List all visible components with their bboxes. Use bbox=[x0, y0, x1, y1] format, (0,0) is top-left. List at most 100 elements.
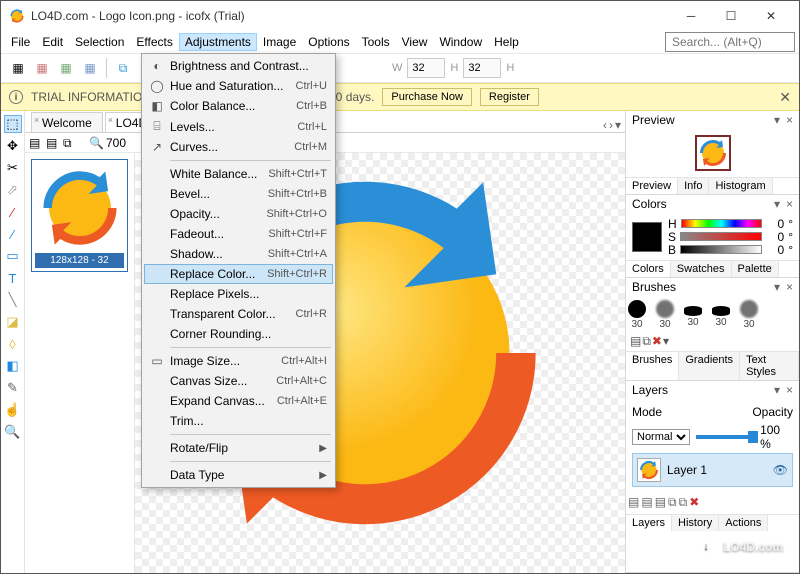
menu-tools[interactable]: Tools bbox=[356, 33, 396, 51]
textstyles-tab[interactable]: Text Styles bbox=[740, 352, 799, 380]
preview-tab[interactable]: Preview bbox=[626, 178, 678, 194]
thumbnail-item[interactable]: 128x128 - 32 bbox=[31, 159, 128, 272]
visibility-icon[interactable]: 👁 bbox=[773, 463, 788, 477]
brushes-tab[interactable]: Brushes bbox=[626, 352, 679, 380]
rect-tool-icon[interactable]: ▭ bbox=[4, 247, 22, 265]
menu-file[interactable]: File bbox=[5, 33, 36, 51]
menuitem-fadeout[interactable]: Fadeout...Shift+Ctrl+F bbox=[144, 224, 333, 244]
zoom-icon[interactable]: 🔍 bbox=[89, 136, 103, 150]
menuitem-opacity[interactable]: Opacity...Shift+Ctrl+O bbox=[144, 204, 333, 224]
purchase-button[interactable]: Purchase Now bbox=[382, 88, 472, 106]
banner-close-icon[interactable]: ✕ bbox=[779, 89, 791, 106]
menuitem-transparent-color[interactable]: Transparent Color...Ctrl+R bbox=[144, 304, 333, 324]
menuitem-replace-pixels[interactable]: Replace Pixels... bbox=[144, 284, 333, 304]
new-icon[interactable]: ▦ bbox=[7, 57, 29, 79]
hue-slider[interactable] bbox=[681, 219, 763, 228]
panel-close-icon[interactable]: × bbox=[786, 383, 793, 397]
tab-menu-icon[interactable]: ▾ bbox=[615, 118, 621, 132]
layers-tab[interactable]: Layers bbox=[626, 515, 672, 531]
panel-close-icon[interactable]: × bbox=[786, 280, 793, 294]
menuitem-color-balance[interactable]: ◧Color Balance...Ctrl+B bbox=[144, 96, 333, 116]
move-tool-icon[interactable]: ✥ bbox=[4, 137, 22, 155]
bri-slider[interactable] bbox=[680, 245, 762, 254]
blend-mode-select[interactable]: Normal bbox=[632, 429, 690, 445]
hand-tool-icon[interactable]: ☝ bbox=[4, 401, 22, 419]
menu-adjustments[interactable]: Adjustments bbox=[179, 33, 257, 51]
crop-tool-icon[interactable]: ✂ bbox=[4, 159, 22, 177]
pointer-tool-icon[interactable]: ⬀ bbox=[4, 181, 22, 199]
gradient-tool-icon[interactable]: ◧ bbox=[4, 357, 22, 375]
sat-slider[interactable] bbox=[680, 232, 762, 241]
register-button[interactable]: Register bbox=[480, 88, 539, 106]
menuitem-hue-and-saturation[interactable]: ◯Hue and Saturation...Ctrl+U bbox=[144, 76, 333, 96]
layer-new-icon[interactable]: ▤ bbox=[628, 495, 639, 510]
menuitem-image-size[interactable]: ▭Image Size...Ctrl+Alt+I bbox=[144, 351, 333, 371]
menu-image[interactable]: Image bbox=[257, 33, 302, 51]
menu-edit[interactable]: Edit bbox=[36, 33, 69, 51]
brush-preset[interactable]: 30 bbox=[626, 300, 648, 330]
pencil-tool-icon[interactable]: ∕ bbox=[4, 225, 22, 243]
foreground-color-swatch[interactable] bbox=[632, 222, 662, 252]
history-tab[interactable]: History bbox=[672, 515, 719, 531]
menu-selection[interactable]: Selection bbox=[69, 33, 130, 51]
doc-copy-icon[interactable]: ⧉ bbox=[63, 136, 77, 150]
panel-menu-icon[interactable]: ▾ bbox=[774, 280, 780, 294]
dropper-tool-icon[interactable]: ✎ bbox=[4, 379, 22, 397]
brush-preset[interactable]: 30 bbox=[738, 300, 760, 330]
histogram-tab[interactable]: Histogram bbox=[709, 178, 772, 194]
swatches-tab[interactable]: Swatches bbox=[671, 261, 732, 277]
new-icon-3[interactable]: ▦ bbox=[55, 57, 77, 79]
opacity-slider[interactable] bbox=[696, 435, 754, 439]
new-icon-4[interactable]: ▦ bbox=[79, 57, 101, 79]
doc-del-icon[interactable]: ▤ bbox=[46, 136, 60, 150]
brush-preset[interactable]: 30 bbox=[710, 302, 732, 328]
panel-menu-icon[interactable]: ▾ bbox=[774, 383, 780, 397]
eraser-tool-icon[interactable]: ◪ bbox=[4, 313, 22, 331]
brush-tool-icon[interactable]: ∕ bbox=[4, 203, 22, 221]
panel-menu-icon[interactable]: ▾ bbox=[774, 113, 780, 127]
maximize-button[interactable]: ☐ bbox=[711, 2, 751, 30]
menuitem-white-balance[interactable]: White Balance...Shift+Ctrl+T bbox=[144, 164, 333, 184]
menu-window[interactable]: Window bbox=[433, 33, 488, 51]
search-input[interactable] bbox=[665, 32, 795, 52]
brush-del-icon[interactable]: ✖ bbox=[652, 334, 662, 349]
menuitem-trim[interactable]: Trim... bbox=[144, 411, 333, 431]
brush-preset[interactable]: 30 bbox=[682, 302, 704, 328]
menuitem-canvas-size[interactable]: Canvas Size...Ctrl+Alt+C bbox=[144, 371, 333, 391]
menuitem-levels[interactable]: ⌸Levels...Ctrl+L bbox=[144, 116, 333, 137]
actions-tab[interactable]: Actions bbox=[719, 515, 768, 531]
doc-new-icon[interactable]: ▤ bbox=[29, 136, 43, 150]
close-button[interactable]: ✕ bbox=[751, 2, 791, 30]
menu-help[interactable]: Help bbox=[488, 33, 525, 51]
brush-copy-icon[interactable]: ⧉ bbox=[642, 334, 651, 349]
brush-preset[interactable]: 30 bbox=[654, 300, 676, 330]
minimize-button[interactable]: ─ bbox=[671, 2, 711, 30]
info-tab[interactable]: Info bbox=[678, 178, 709, 194]
gradients-tab[interactable]: Gradients bbox=[679, 352, 740, 380]
text-tool-icon[interactable]: T bbox=[4, 269, 22, 287]
menuitem-shadow[interactable]: Shadow...Shift+Ctrl+A bbox=[144, 244, 333, 264]
fill-tool-icon[interactable]: ◊ bbox=[4, 335, 22, 353]
menuitem-curves[interactable]: ↗Curves...Ctrl+M bbox=[144, 137, 333, 157]
tab-welcome[interactable]: ×Welcome bbox=[31, 112, 103, 132]
menuitem-bevel[interactable]: Bevel...Shift+Ctrl+B bbox=[144, 184, 333, 204]
tab-scroll-right-icon[interactable]: › bbox=[609, 118, 613, 132]
menu-view[interactable]: View bbox=[396, 33, 434, 51]
menuitem-corner-rounding[interactable]: Corner Rounding... bbox=[144, 324, 333, 344]
height-input[interactable] bbox=[463, 58, 501, 78]
copy-icon[interactable]: ⧉ bbox=[112, 57, 134, 79]
menuitem-replace-color[interactable]: Replace Color...Shift+Ctrl+R bbox=[144, 264, 333, 284]
line-tool-icon[interactable]: ╲ bbox=[4, 291, 22, 309]
zoom-tool-icon[interactable]: 🔍 bbox=[4, 423, 22, 441]
colors-tab[interactable]: Colors bbox=[626, 261, 671, 277]
panel-menu-icon[interactable]: ▾ bbox=[774, 197, 780, 211]
tab-scroll-left-icon[interactable]: ‹ bbox=[603, 118, 607, 132]
marquee-tool-icon[interactable]: ⬚ bbox=[4, 115, 22, 133]
layer-item[interactable]: Layer 1 👁 bbox=[632, 453, 793, 487]
new-icon-2[interactable]: ▦ bbox=[31, 57, 53, 79]
panel-close-icon[interactable]: × bbox=[786, 113, 793, 127]
brush-new-icon[interactable]: ▤ bbox=[630, 334, 641, 349]
palette-tab[interactable]: Palette bbox=[732, 261, 779, 277]
menuitem-data-type[interactable]: Data Type▶ bbox=[144, 465, 333, 485]
panel-close-icon[interactable]: × bbox=[786, 197, 793, 211]
